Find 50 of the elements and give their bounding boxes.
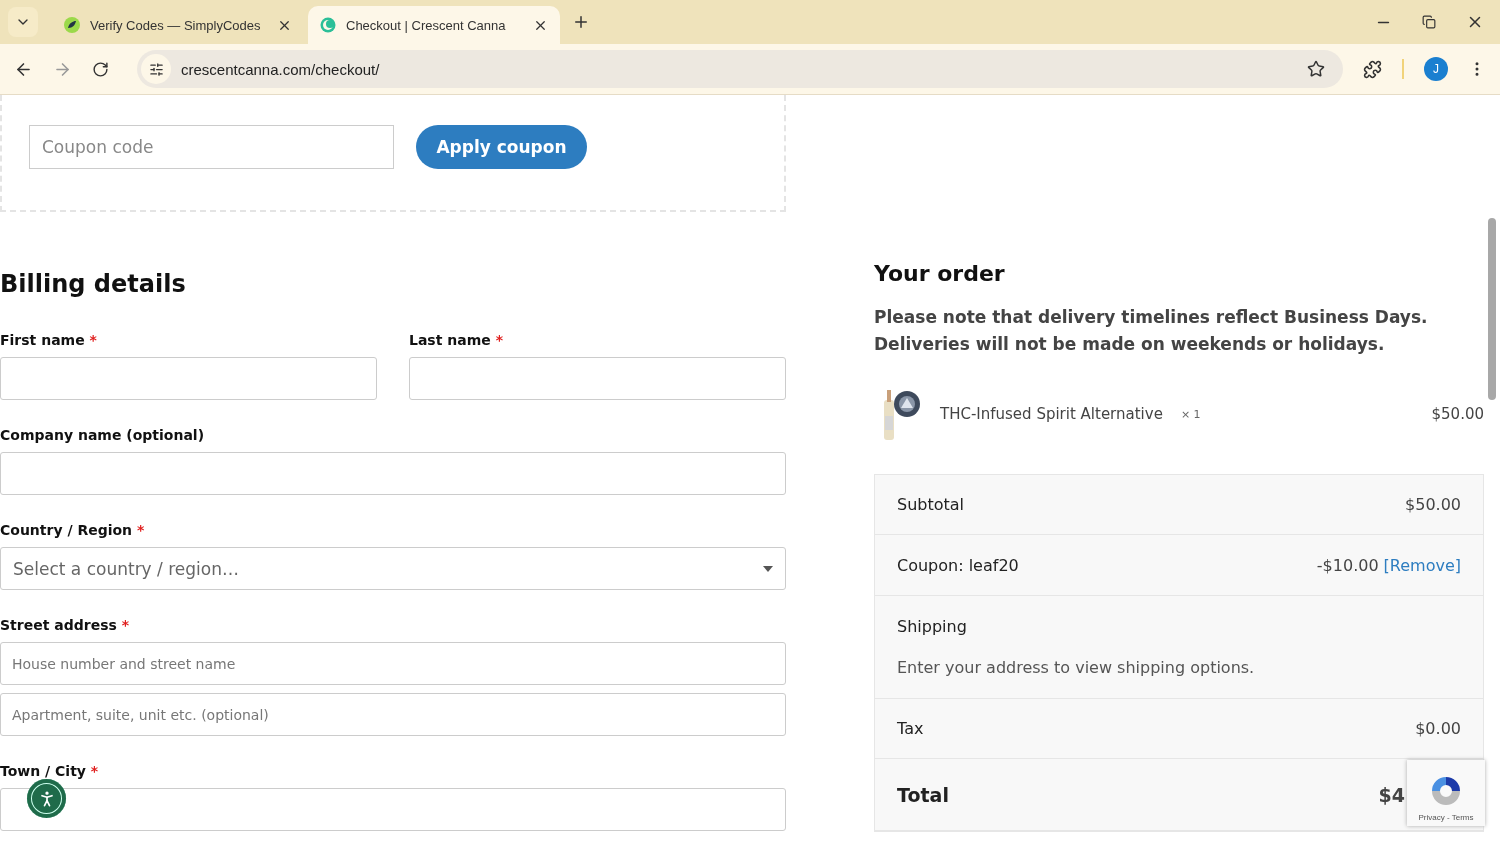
- billing-heading: Billing details: [0, 270, 187, 298]
- remove-coupon-link[interactable]: [Remove]: [1383, 555, 1461, 575]
- totals-label: Shipping: [897, 617, 968, 636]
- field-label: First name *: [0, 332, 97, 349]
- totals-value: $0.00: [1415, 719, 1461, 738]
- reload-icon[interactable]: [92, 60, 109, 78]
- field-label: Country / Region *: [0, 522, 145, 539]
- shipping-note: Enter your address to view shipping options.: [897, 658, 1256, 677]
- field-label: Company name (optional): [0, 427, 205, 444]
- product-quantity: × 1: [1180, 407, 1202, 421]
- delivery-notice: Please note that delivery timelines reflect Business Days. Deliveries will not be made on weekends or holidays.: [874, 306, 1429, 356]
- input-field[interactable]: [409, 357, 786, 400]
- restore-icon[interactable]: [1422, 13, 1436, 31]
- extensions-icon[interactable]: [1363, 59, 1382, 79]
- field-label: Street address *: [0, 617, 129, 634]
- country-select[interactable]: Select a country / region…: [0, 547, 786, 590]
- new-tab-icon[interactable]: [572, 13, 590, 31]
- leaf-favicon-icon: [64, 17, 80, 33]
- totals-label: Subtotal: [897, 495, 965, 514]
- input-field[interactable]: [0, 788, 786, 831]
- input-field[interactable]: [0, 452, 786, 495]
- crescent-favicon-icon: [320, 17, 336, 33]
- field-label: Last name *: [409, 332, 503, 349]
- input-field[interactable]: House number and street name: [0, 642, 786, 685]
- address-bar[interactable]: crescentcanna.com/checkout/: [137, 50, 1343, 88]
- tab-title: Verify Codes — SimplyCodes: [90, 17, 262, 33]
- totals-value: $50.00: [1405, 495, 1461, 514]
- field-label: Town / City *: [0, 763, 99, 780]
- browser-tab[interactable]: Checkout | Crescent Canna: [308, 6, 560, 44]
- profile-avatar[interactable]: J: [1424, 57, 1448, 81]
- site-settings-icon[interactable]: [141, 54, 171, 84]
- browser-tab[interactable]: Verify Codes — SimplyCodes: [52, 6, 304, 44]
- input-field[interactable]: Apartment, suite, unit etc. (optional): [0, 693, 786, 736]
- apply-coupon-button[interactable]: Apply coupon: [416, 124, 587, 169]
- recaptcha-links[interactable]: Privacy - Terms: [1418, 813, 1474, 822]
- tab-title: Checkout | Crescent Canna: [346, 17, 507, 33]
- tab-search-button[interactable]: [8, 7, 38, 37]
- bookmark-star-icon[interactable]: [1307, 60, 1325, 78]
- total-value: $4: [1378, 783, 1405, 806]
- totals-label: Coupon: leaf20: [897, 555, 1019, 575]
- total-label: Total: [897, 783, 949, 806]
- totals-label: Tax: [897, 719, 924, 738]
- url-text: crescentcanna.com/checkout/: [181, 60, 381, 78]
- coupon-code-field[interactable]: Coupon code: [29, 124, 394, 169]
- input-field[interactable]: [0, 357, 377, 400]
- product-price: $50.00: [1431, 405, 1484, 423]
- discount-value: -$10.00: [1316, 555, 1379, 575]
- order-heading: Your order: [874, 261, 1006, 286]
- dropdown-caret-icon: [763, 565, 773, 572]
- product-name: THC-Infused Spirit Alternative: [940, 405, 1163, 423]
